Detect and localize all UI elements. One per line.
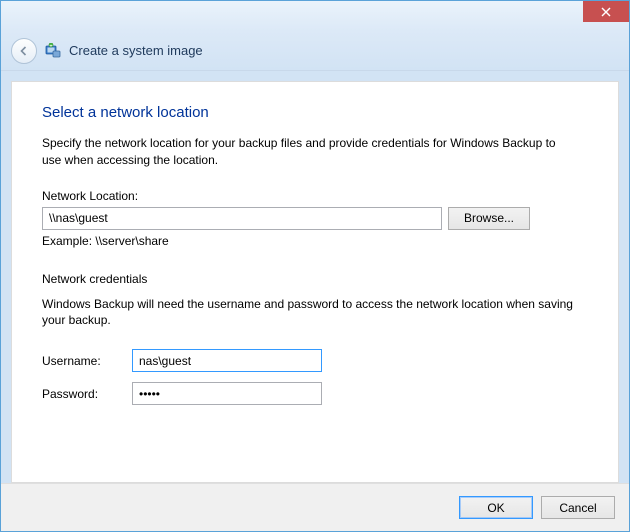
close-icon bbox=[601, 7, 611, 17]
password-row: Password: bbox=[42, 382, 588, 405]
username-input[interactable] bbox=[132, 349, 322, 372]
password-input[interactable] bbox=[132, 382, 322, 405]
system-image-icon bbox=[45, 43, 61, 59]
network-location-row: Browse... bbox=[42, 207, 588, 230]
example-text: Example: \\server\share bbox=[42, 234, 588, 248]
username-row: Username: bbox=[42, 349, 588, 372]
password-label: Password: bbox=[42, 387, 132, 401]
browse-button[interactable]: Browse... bbox=[448, 207, 530, 230]
wizard-footer: OK Cancel bbox=[1, 483, 629, 531]
content-panel: Select a network location Specify the ne… bbox=[11, 81, 619, 483]
titlebar bbox=[1, 1, 629, 31]
ok-button[interactable]: OK bbox=[459, 496, 533, 519]
cancel-button[interactable]: Cancel bbox=[541, 496, 615, 519]
page-description: Specify the network location for your ba… bbox=[42, 135, 572, 169]
wizard-header: Create a system image bbox=[1, 31, 629, 71]
back-button[interactable] bbox=[11, 38, 37, 64]
wizard-window: Create a system image Select a network l… bbox=[0, 0, 630, 532]
network-location-label: Network Location: bbox=[42, 189, 588, 203]
content-area: Select a network location Specify the ne… bbox=[1, 71, 629, 483]
arrow-left-icon bbox=[18, 45, 30, 57]
wizard-title: Create a system image bbox=[69, 43, 203, 58]
credentials-section-label: Network credentials bbox=[42, 272, 588, 286]
network-location-input[interactable] bbox=[42, 207, 442, 230]
username-label: Username: bbox=[42, 354, 132, 368]
credentials-description: Windows Backup will need the username an… bbox=[42, 296, 582, 330]
page-title: Select a network location bbox=[42, 104, 588, 121]
close-button[interactable] bbox=[583, 1, 629, 22]
